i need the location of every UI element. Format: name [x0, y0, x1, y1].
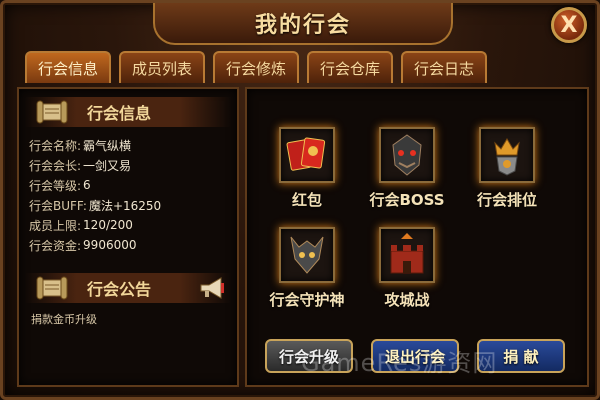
feature-label: 行会BOSS [369, 191, 445, 209]
siege-icon [379, 227, 435, 283]
tab-label: 行会仓库 [319, 59, 380, 78]
info-list: 行会名称: 霸气纵横 行会会长: 一剑又易 行会等级: 6 行会BUFF: 魔法+162… [29, 135, 229, 255]
info-section-header: 行会信息 [25, 97, 231, 127]
info-row-leader: 行会会长: 一剑又易 [29, 155, 229, 175]
notice-section-header: 行会公告 [25, 273, 231, 303]
info-value: 9906000 [83, 238, 137, 252]
red-envelope-icon [279, 127, 335, 183]
info-label: 行会BUFF: [29, 198, 87, 213]
megaphone-icon [197, 275, 227, 301]
window-title: 我的行会 [254, 13, 351, 38]
info-value: 霸气纵横 [83, 138, 132, 153]
tab-guild-log[interactable]: 行会日志 [401, 51, 487, 83]
tab-label: 行会日志 [413, 59, 474, 78]
boss-icon [379, 127, 435, 183]
tab-guild-training[interactable]: 行会修炼 [213, 51, 299, 83]
feature-label: 行会排位 [476, 191, 537, 209]
feature-label: 行会守护神 [269, 291, 345, 309]
tab-bar: 行会信息 成员列表 行会修炼 行会仓库 行会日志 [25, 51, 487, 83]
info-value: 魔法+16250 [88, 198, 162, 213]
feature-guild-guardian[interactable]: 行会守护神 [257, 227, 357, 310]
info-row-member-limit: 成员上限: 120/200 [29, 215, 229, 235]
guardian-icon [279, 227, 335, 283]
info-value: 一剑又易 [83, 158, 132, 173]
info-row-level: 行会等级: 6 [29, 175, 229, 195]
info-value: 6 [83, 178, 91, 192]
info-row-name: 行会名称: 霸气纵横 [29, 135, 229, 155]
feature-guild-ranking[interactable]: 行会排位 [457, 127, 557, 210]
feature-red-envelope[interactable]: 红包 [257, 127, 357, 210]
notice-text: 捐款金币升级 [31, 313, 97, 326]
tab-guild-warehouse[interactable]: 行会仓库 [307, 51, 393, 83]
feature-label: 攻城战 [384, 291, 430, 309]
info-section-title: 行会信息 [87, 104, 152, 123]
feature-guild-boss[interactable]: 行会BOSS [357, 127, 457, 210]
info-row-funds: 行会资金: 9906000 [29, 235, 229, 255]
scroll-icon [35, 274, 69, 302]
info-label: 成员上限: [29, 218, 82, 233]
guild-info-panel: 行会信息 行会名称: 霸气纵横 行会会长: 一剑又易 行会等级: 6 行会BUFF: 魔… [17, 87, 239, 387]
scroll-icon [35, 98, 69, 126]
tab-label: 行会修炼 [225, 59, 286, 78]
close-button[interactable]: X [551, 7, 587, 43]
info-label: 行会等级: [29, 178, 82, 193]
tab-label: 行会信息 [37, 59, 98, 78]
guild-window: 我的行会 X 行会信息 成员列表 行会修炼 行会仓库 行会日志 行会信息 行会名… [0, 0, 600, 400]
info-value: 120/200 [83, 218, 133, 232]
notice-section-title: 行会公告 [87, 280, 152, 299]
guild-features-panel: 红包 行会BOSS 行会排位 行会守护神 攻城战 行会升级 退出行会 捐 献 [245, 87, 589, 387]
info-label: 行会资金: [29, 238, 82, 253]
title-bar: 我的行会 [153, 3, 453, 45]
watermark: GameRes游资网 [301, 349, 498, 377]
feature-label: 红包 [291, 191, 322, 209]
ranking-icon [479, 127, 535, 183]
tab-member-list[interactable]: 成员列表 [119, 51, 205, 83]
info-label: 行会名称: [29, 138, 82, 153]
tab-label: 成员列表 [131, 59, 192, 78]
feature-siege-war[interactable]: 攻城战 [357, 227, 457, 310]
close-icon: X [560, 12, 578, 38]
info-row-buff: 行会BUFF: 魔法+16250 [29, 195, 229, 215]
info-label: 行会会长: [29, 158, 82, 173]
tab-guild-info[interactable]: 行会信息 [25, 51, 111, 83]
